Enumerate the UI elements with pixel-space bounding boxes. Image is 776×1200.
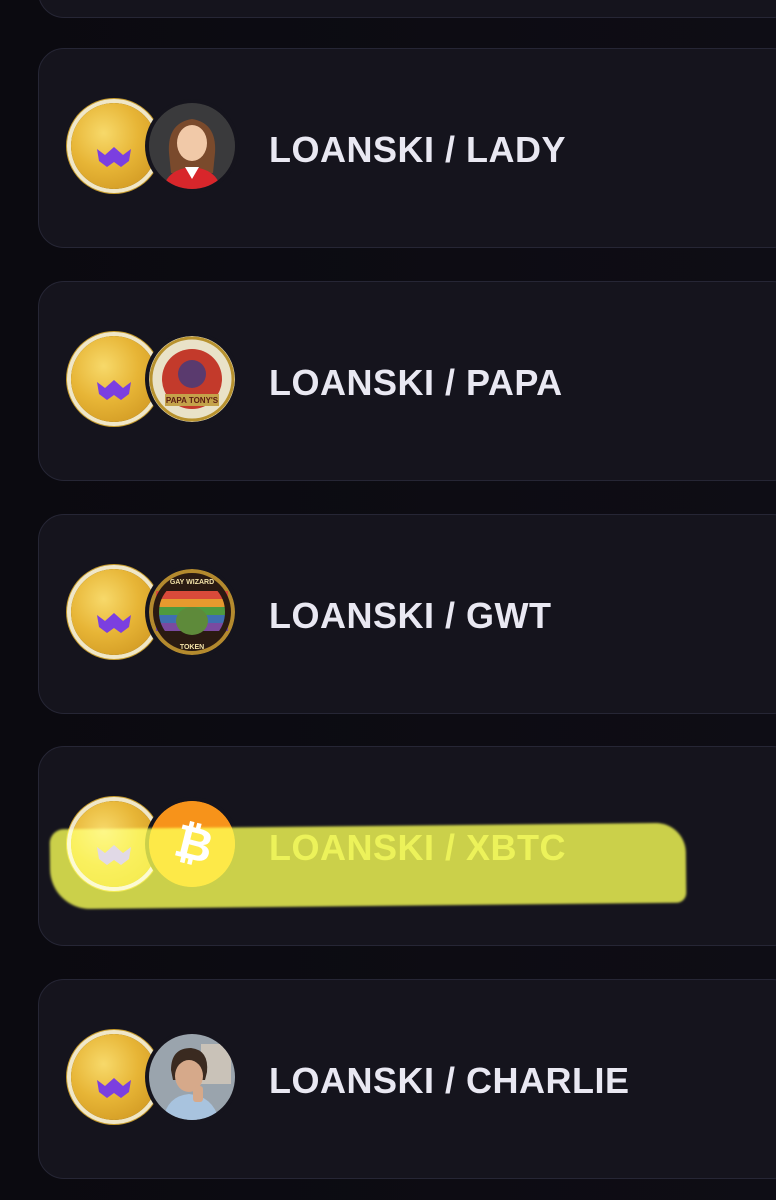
papa-name-text: PAPA TONY'S (166, 396, 219, 405)
pair-label: LOANSKI / LADY (269, 129, 567, 170)
pair-card-partial[interactable] (38, 0, 776, 18)
loanski-coin-icon (71, 1034, 157, 1120)
papa-tonys-icon: PAPA TONY'S (149, 336, 235, 422)
gay-wizard-token-icon: GAY WIZARD TOKEN (149, 569, 235, 655)
loanski-coin-icon (71, 569, 157, 655)
pair-label: LOANSKI / PAPA (269, 362, 563, 403)
lady-avatar-icon (149, 103, 235, 189)
loanski-coin-icon (71, 336, 157, 422)
loanski-coin-icon (71, 103, 157, 189)
pair-card-papa[interactable]: PAPA TONY'S LOANSKI / PAPA $ (38, 281, 776, 481)
pair-label: LOANSKI / GWT (269, 595, 552, 636)
pair-card-gwt[interactable]: GAY WIZARD TOKEN LOANSKI / GWT $ (38, 514, 776, 714)
charlie-avatar-icon (149, 1034, 235, 1120)
pair-list: LOANSKI / LADY $ PAPA TONY'S LOANSKI / P… (0, 0, 776, 1200)
pair-card-lady[interactable]: LOANSKI / LADY $ (38, 48, 776, 248)
pair-card-charlie[interactable]: LOANSKI / CHARLIE $ (38, 979, 776, 1179)
pair-label: LOANSKI / XBTC (269, 827, 567, 868)
gwt-ring-text: GAY WIZARD (170, 579, 214, 586)
gwt-bottom-text: TOKEN (180, 644, 204, 651)
pair-label: LOANSKI / CHARLIE (269, 1060, 630, 1101)
